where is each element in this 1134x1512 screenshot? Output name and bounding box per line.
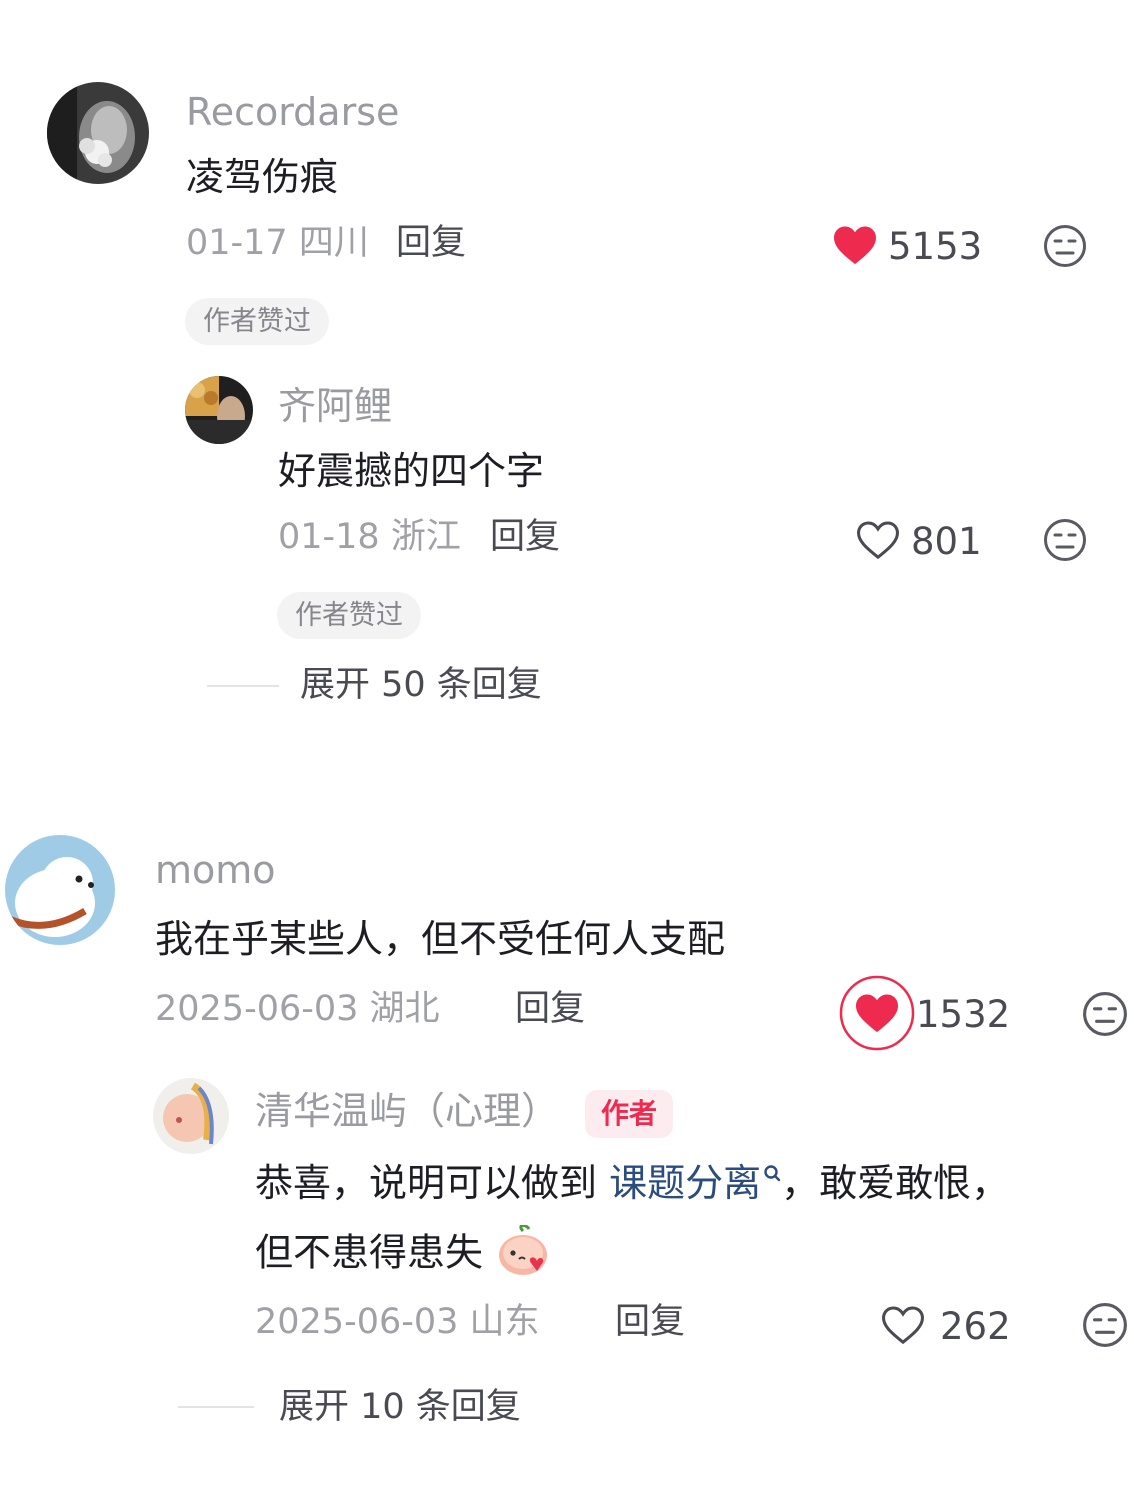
avatar[interactable]: [153, 1078, 229, 1154]
comment-date: 01-17: [186, 223, 288, 263]
like-count: 1532: [916, 993, 1011, 1036]
comment-text: 我在乎某些人，但不受任何人支配: [155, 917, 726, 961]
heart-filled-icon: [834, 226, 876, 265]
author-liked-badge: 作者赞过: [185, 298, 329, 345]
comment-text: 好震撼的四个字: [278, 449, 545, 493]
meh-face-icon[interactable]: [1082, 1302, 1128, 1348]
heart-outline-icon: [881, 1306, 925, 1345]
like-button[interactable]: 1532: [838, 974, 1018, 1052]
avatar[interactable]: [185, 376, 253, 444]
avatar[interactable]: [47, 82, 149, 184]
comment-date: 2025-06-03: [255, 1302, 459, 1342]
comment-text-part: ，敢爱敢恨，: [781, 1161, 1010, 1205]
meh-face-icon[interactable]: [1043, 518, 1087, 562]
reply-button[interactable]: 回复: [490, 520, 560, 555]
comment-text: 凌驾伤痕: [186, 155, 339, 199]
comment-location: 四川: [298, 223, 369, 263]
like-count: 801: [911, 520, 982, 563]
heart-filled-icon: [856, 994, 898, 1033]
expand-replies-button[interactable]: 展开 50 条回复: [300, 668, 542, 703]
meh-face-icon[interactable]: [1043, 224, 1087, 268]
author-liked-badge: 作者赞过: [277, 592, 421, 639]
comment-location: 湖北: [369, 989, 440, 1029]
like-count: 5153: [888, 225, 983, 268]
comment-text-part: 但不患得患失: [255, 1230, 484, 1275]
like-button[interactable]: 262: [880, 1302, 1020, 1350]
reply-button[interactable]: 回复: [396, 226, 466, 261]
username[interactable]: momo: [155, 851, 276, 889]
comment-meta: 01-17 四川: [186, 226, 369, 261]
username[interactable]: 齐阿鲤: [278, 387, 392, 425]
comment-date: 2025-06-03: [155, 989, 359, 1029]
reply-button[interactable]: 回复: [515, 992, 585, 1027]
search-icon: [764, 1165, 781, 1182]
author-tag: 作者: [585, 1090, 674, 1138]
comment-location: 浙江: [390, 517, 461, 557]
peach-blush-emoji: [499, 1223, 548, 1275]
comment-meta: 2025-06-03 湖北: [155, 992, 440, 1027]
comment-date: 01-18: [278, 517, 380, 557]
comment-location: 山东: [469, 1302, 540, 1342]
comment-text-line2: 但不患得患失: [255, 1223, 551, 1277]
avatar[interactable]: [5, 835, 115, 945]
divider: [207, 685, 279, 687]
username[interactable]: Recordarse: [186, 93, 399, 131]
topic-link[interactable]: 课题分离: [609, 1161, 761, 1205]
reply-button[interactable]: 回复: [615, 1305, 685, 1340]
comment-meta: 2025-06-03 山东: [255, 1305, 540, 1340]
divider: [178, 1406, 254, 1408]
comment-text: 恭喜，说明可以做到 课题分离 ，敢爱敢恨，: [255, 1164, 1009, 1202]
meh-face-icon[interactable]: [1082, 991, 1128, 1037]
like-count: 262: [940, 1305, 1011, 1348]
expand-replies-button[interactable]: 展开 10 条回复: [279, 1390, 521, 1425]
comment-text-part: 恭喜，说明可以做到: [255, 1161, 610, 1205]
username[interactable]: 清华温屿（心理）: [255, 1092, 559, 1130]
heart-outline-icon: [856, 521, 900, 560]
like-button[interactable]: 5153: [832, 222, 982, 270]
like-button[interactable]: 801: [855, 517, 985, 565]
comment-meta: 01-18 浙江: [278, 520, 461, 555]
